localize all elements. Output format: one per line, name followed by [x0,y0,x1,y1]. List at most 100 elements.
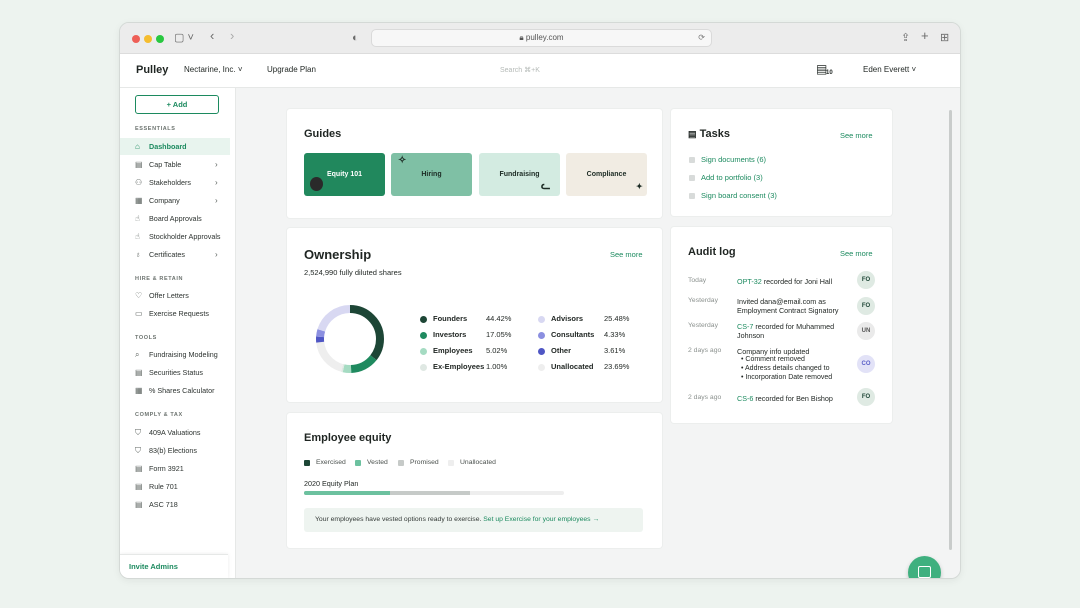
upgrade-plan-link[interactable]: Upgrade Plan [267,65,316,74]
sidebar-item-409a-valuations[interactable]: ⛉ 409A Valuations [120,424,230,441]
pulley-logo[interactable]: Pulley [136,64,168,76]
sidebar-item-label: 409A Valuations [149,428,201,437]
address-bar[interactable]: 🔒︎ pulley.com ⟳ [371,29,712,47]
security-link[interactable]: OPT-32 [737,277,762,286]
company-switcher[interactable]: Nectarine, Inc. ˅ [184,65,242,74]
sidebar-item-label: ASC 718 [149,500,178,509]
chat-button[interactable] [908,556,941,578]
share-icon[interactable]: ⇪ [901,31,910,45]
calendar-badge: 10 [826,70,833,76]
sidebar-item-exercise-requests[interactable]: ▭ Exercise Requests [120,305,230,322]
bullet-text: Comment removed [745,356,805,363]
checkbox[interactable] [689,157,695,163]
shield-icon: ⛉ [135,446,141,455]
task-add-to-portfolio[interactable]: Add to portfolio (3) [701,173,763,182]
checkbox[interactable] [689,175,695,181]
sidebar-item-rule-701[interactable]: ▤ Rule 701 [120,478,230,495]
ownership-see-more-link[interactable]: See more [610,250,643,259]
sidebar-toggle-icon[interactable]: ▢ ˅ [174,31,194,45]
legend-label: Employees [433,346,473,355]
sidebar-item-securities-status[interactable]: ▤ Securities Status [120,364,230,381]
audit-time: Today [688,277,707,284]
tasks-card: ▤ Tasks See more Sign documents (6) Add … [671,109,892,216]
user-menu[interactable]: Eden Everett ˅ [863,65,916,74]
sidebar-item-certificates[interactable]: ♁ Certificates › [120,246,230,263]
security-link[interactable]: CS-6 [737,394,753,403]
audit-entry: CS-7 recorded for Muhammed [737,322,834,331]
task-sign-board-consent[interactable]: Sign board consent (3) [701,191,777,200]
guide-compliance[interactable]: Compliance ✦ [566,153,647,196]
audit-bullet: • Comment removed [741,356,805,363]
notice-text: Your employees have vested options ready… [315,516,484,523]
back-icon[interactable]: ‹ [210,29,214,43]
certificate-icon: ♁ [135,250,141,259]
legend-item-other: Other 3.61% [538,346,633,356]
audit-time: 2 days ago [688,347,722,354]
sidebar-item-label: Exercise Requests [149,309,209,318]
close-window-button[interactable] [132,35,140,43]
sidebar-item-board-approvals[interactable]: ☝︎ Board Approvals [120,210,230,227]
minimize-window-button[interactable] [144,35,152,43]
fully-diluted-shares: 2,524,990 fully diluted shares [304,268,402,277]
setup-exercise-link[interactable]: Set up Exercise for your employees → [483,516,599,523]
sidebar-item-label: Rule 701 [149,482,178,491]
audit-see-more-link[interactable]: See more [840,249,873,258]
maximize-window-button[interactable] [156,35,164,43]
exercise-notice: Your employees have vested options ready… [304,508,643,532]
chevron-down-icon: ˅ [237,65,243,74]
vested-bar [304,491,390,495]
legend-label: Consultants [551,330,595,339]
user-name: Eden Everett [863,65,910,74]
guides-card: Guides Equity 101 Hiring ✧ Fundraising ᓚ C… [287,109,662,218]
checkbox[interactable] [689,193,695,199]
legend-label: Investors [433,330,467,339]
privacy-icon[interactable]: ◐ [352,31,359,45]
sidebar-item-stockholder-approvals[interactable]: ☝︎ Stockholder Approvals [120,228,230,245]
invite-admins-button[interactable]: Invite Admins [120,554,228,578]
scrollbar[interactable] [949,110,952,550]
equity-plan-bar [304,491,564,495]
legend-label: Ex-Employees [433,362,485,371]
audit-entry-line: Company info updated [737,347,810,356]
legend-dot [538,332,545,339]
sidebar-item-fundraising-modeling[interactable]: ⌕ Fundraising Modeling [120,346,230,363]
security-link[interactable]: CS-7 [737,322,753,331]
legend-item-founders: Founders 44.42% [420,314,515,324]
legend-swatch-promised [398,460,404,466]
sidebar-item-offer-letters[interactable]: ♡ Offer Letters [120,287,230,304]
audit-entry-line: Johnson [737,331,765,340]
sidebar-item-83b-elections[interactable]: ⛉ 83(b) Elections [120,442,230,459]
sidebar-item-label: Fundraising Modeling [149,350,218,359]
sidebar-item-asc-718[interactable]: ▤ ASC 718 [120,496,230,513]
legend-unallocated: Unallocated [460,459,496,466]
task-sign-documents[interactable]: Sign documents (6) [701,155,766,164]
guide-equity-101[interactable]: Equity 101 [304,153,385,196]
search-input[interactable]: Search ⌘+K [500,66,540,74]
avatar: CO [857,355,875,373]
sidebar-item-dashboard[interactable]: ⌂ Dashboard [120,138,230,155]
equity-plan-name: 2020 Equity Plan [304,479,359,488]
sidebar-item-label: Cap Table [149,160,182,169]
tab-overview-icon[interactable]: ⊞ [940,31,949,45]
sidebar-item-label: Company [149,196,180,205]
forward-icon[interactable]: › [230,29,234,43]
reload-icon[interactable]: ⟳ [698,30,705,46]
sidebar-item-cap-table[interactable]: ▤ Cap Table › [120,156,230,173]
guide-hiring[interactable]: Hiring ✧ [391,153,472,196]
browser-window: ▢ ˅ ‹ › ◐ 🔒︎ pulley.com ⟳ ⇪ + ⊞ Pulley N… [119,22,961,579]
sidebar-item-shares-calculator[interactable]: ▦ % Shares Calculator [120,382,230,399]
sidebar-item-label: % Shares Calculator [149,386,215,395]
add-button[interactable]: + Add [135,95,219,114]
document-icon: ▤ [135,482,143,491]
audit-time: 2 days ago [688,394,722,401]
guide-fundraising[interactable]: Fundraising ᓚ [479,153,560,196]
sidebar-item-company[interactable]: ▦ Company › [120,192,230,209]
chevron-right-icon: › [215,160,218,169]
new-tab-icon[interactable]: + [921,29,929,43]
sidebar-item-form-3921[interactable]: ▤ Form 3921 [120,460,230,477]
sidebar-item-stakeholders[interactable]: ⚇ Stakeholders › [120,174,230,191]
audit-log-title: Audit log [688,246,736,258]
tasks-see-more-link[interactable]: See more [840,131,873,140]
legend-dot [420,332,427,339]
sidebar-item-label: Dashboard [149,142,187,151]
